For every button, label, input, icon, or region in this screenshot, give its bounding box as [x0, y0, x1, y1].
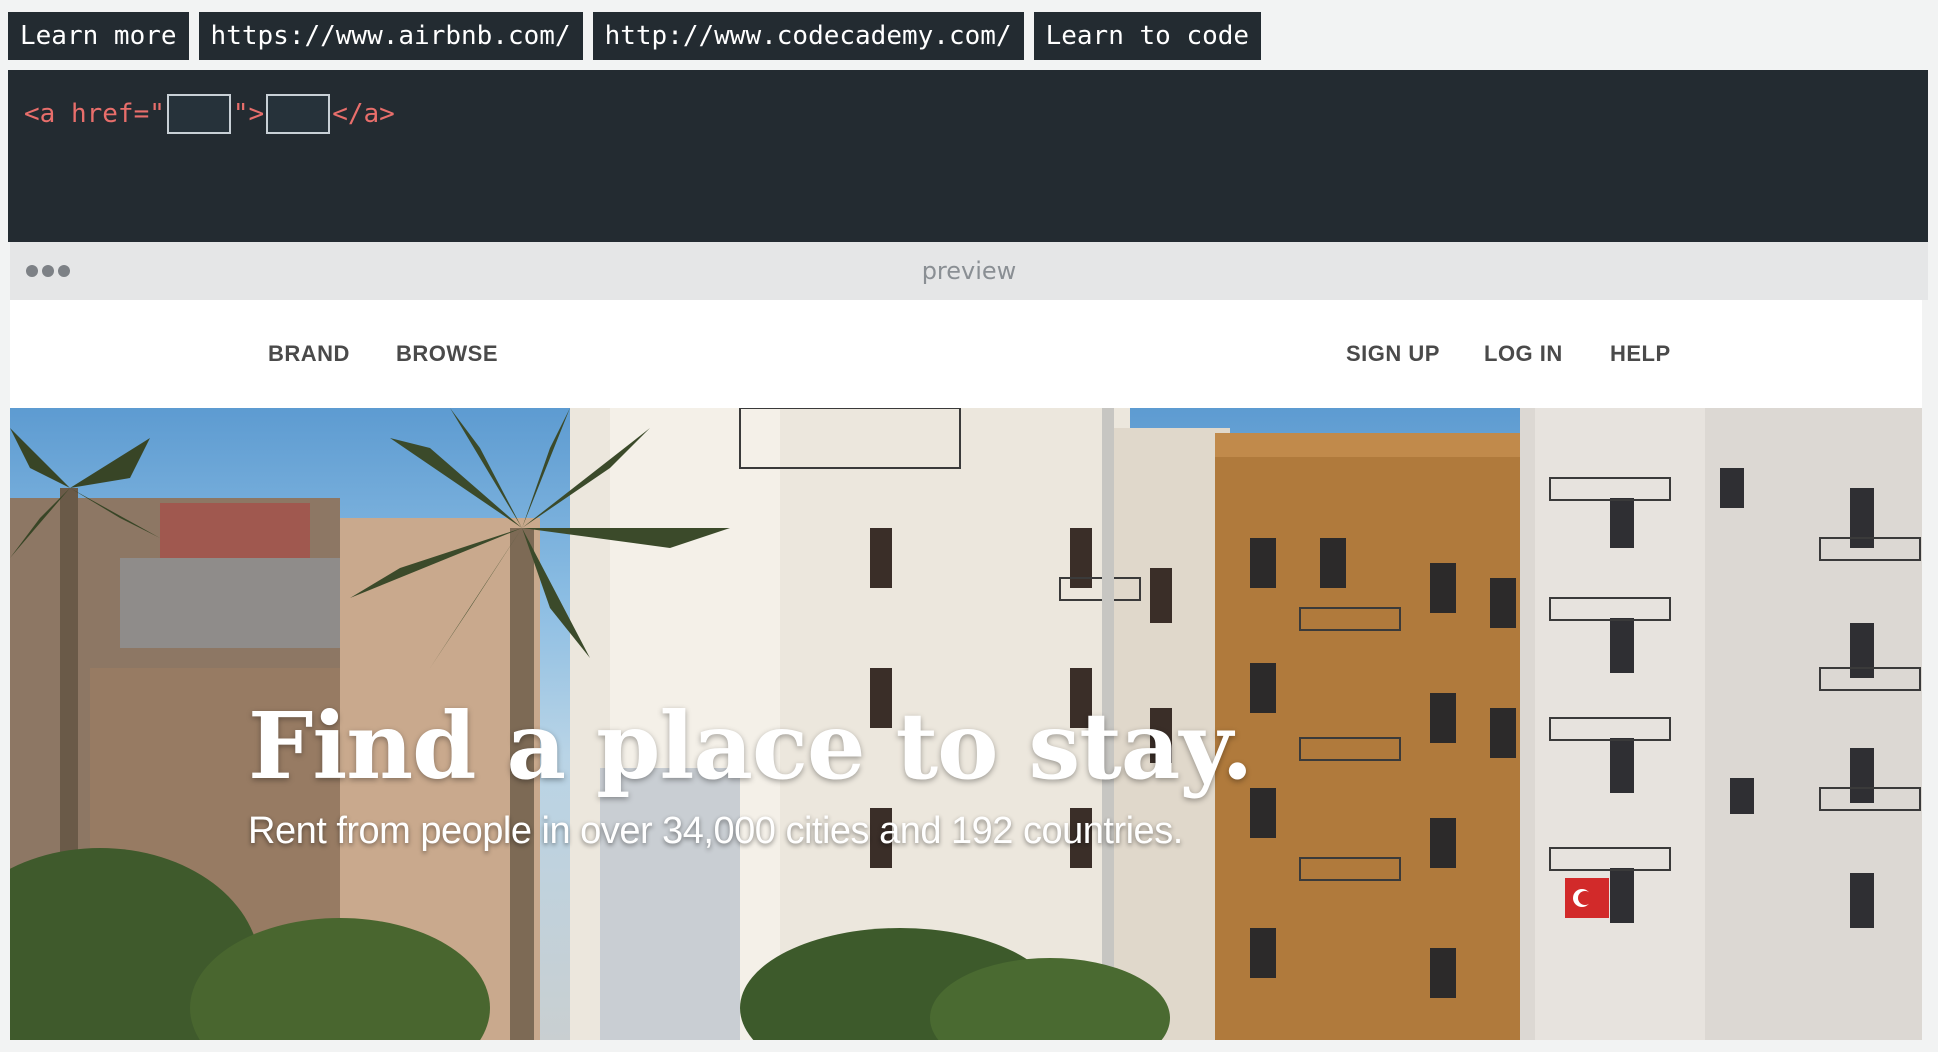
hero-subtitle: Rent from people in over 34,000 cities a… — [248, 810, 1183, 852]
code-line: <a href = " "> </a> — [24, 92, 395, 136]
answer-chip-codecademy-url[interactable]: http://www.codecademy.com/ — [592, 12, 1024, 60]
preview-label: preview — [921, 257, 1017, 285]
code-href-attribute: href — [55, 99, 134, 129]
link-text-drop-slot[interactable] — [266, 94, 331, 134]
code-close-quote-bracket: "> — [232, 99, 265, 129]
nav-login-link[interactable]: LOG IN — [1484, 300, 1563, 408]
hero-section: Find a place to stay. Rent from people i… — [10, 408, 1922, 1040]
site-navbar: BRAND BROWSE SIGN UP LOG IN HELP — [10, 300, 1922, 408]
hero-title: Find a place to stay. — [248, 692, 1253, 800]
preview-frame: BRAND BROWSE SIGN UP LOG IN HELP Find a … — [10, 300, 1922, 1040]
preview-bar: preview — [10, 242, 1928, 300]
nav-help-link[interactable]: HELP — [1610, 300, 1671, 408]
nav-signup-link[interactable]: SIGN UP — [1346, 300, 1440, 408]
href-drop-slot[interactable] — [166, 94, 231, 134]
nav-brand-link[interactable]: BRAND — [268, 300, 350, 408]
code-editor: <a href = " "> </a> — [8, 70, 1928, 242]
answer-chip-learn-more[interactable]: Learn more — [8, 12, 189, 60]
nav-browse-link[interactable]: BROWSE — [396, 300, 498, 408]
code-open-tag: <a — [24, 99, 56, 129]
code-open-quote: " — [149, 99, 165, 129]
code-equals: = — [133, 99, 150, 129]
answer-chips: Learn more https://www.airbnb.com/ http:… — [8, 12, 1262, 60]
code-close-tag: </a> — [332, 99, 395, 129]
answer-chip-airbnb-url[interactable]: https://www.airbnb.com/ — [198, 12, 583, 60]
answer-chip-learn-to-code[interactable]: Learn to code — [1033, 12, 1262, 60]
